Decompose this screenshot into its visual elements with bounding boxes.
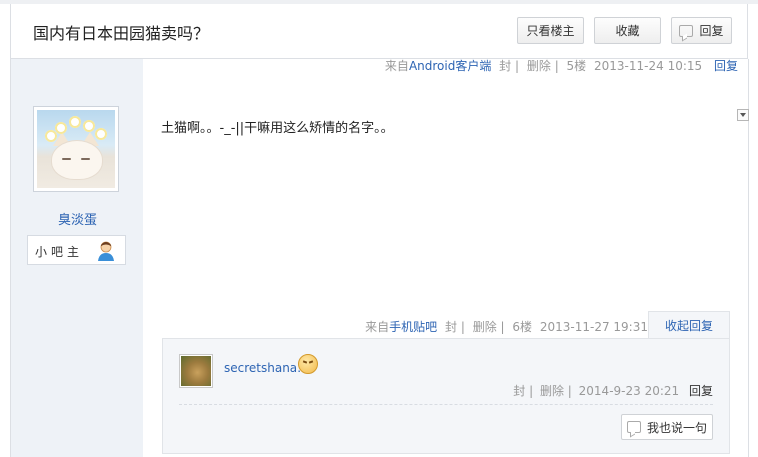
only-op-button[interactable]: 只看楼主 [517,17,584,44]
post-time: 2013-11-24 10:15 [594,59,703,73]
reply-link[interactable]: 回复 [689,384,713,398]
sub-reply-time: 2014-9-23 20:21 [578,384,680,398]
angry-face-emoji-icon [298,354,318,374]
chevron-down-icon[interactable] [737,109,749,121]
thread-header: 国内有日本田园猫卖吗？ 只看楼主 收藏 回复 [10,4,748,59]
block-link[interactable]: 封 [499,59,511,73]
comment-icon [626,421,641,433]
role-badge: 小吧主 [27,235,126,265]
prev-floor-sidebar [10,59,144,87]
author-sidebar: 臭淡蛋 小吧主 [10,87,144,457]
post-content-area: 土猫啊。。-_-||干嘛用这么矫情的名字。。 来自手机贴吧 封 | 删除 | 6… [143,87,749,457]
user-icon [98,241,114,261]
divider [179,404,713,405]
post-meta: 来自手机贴吧 封 | 删除 | 6楼 2013-11-27 19:31 [365,320,648,334]
role-label: 小吧主 [35,245,84,259]
block-link[interactable]: 封 [445,320,457,334]
post-body: 土猫啊。。-_-||干嘛用这么矫情的名字。。 [161,121,394,136]
sub-reply-meta: 封 | 删除 | 2014-9-23 20:21 回复 [513,384,713,398]
thread-title: 国内有日本田园猫卖吗？ [33,24,210,43]
source-link[interactable]: Android客户端 [409,59,491,73]
reply-button[interactable]: 回复 [671,17,732,44]
favorite-button[interactable]: 收藏 [594,17,661,44]
say-something-button[interactable]: 我也说一句 [621,414,713,440]
post-time: 2013-11-27 19:31 [539,320,648,334]
source-prefix: 来自 [384,59,409,73]
reply-label: 回复 [699,24,724,38]
sub-reply-avatar[interactable] [179,354,213,388]
collapse-replies-button[interactable]: 收起回复 [648,311,730,339]
delete-link[interactable]: 删除 [540,384,564,398]
author-avatar[interactable] [33,106,119,192]
comment-icon [679,24,694,37]
reply-link[interactable]: 回复 [714,59,738,73]
floor-number: 5楼 [566,59,587,73]
favorite-label: 收藏 [615,24,640,38]
delete-link[interactable]: 删除 [473,320,497,334]
delete-link[interactable]: 删除 [527,59,551,73]
prev-floor-meta: 来自Android客户端 封 | 删除 | 5楼 2013-11-24 10:1… [384,59,738,73]
say-something-label: 我也说一句 [646,420,707,435]
block-link[interactable]: 封 [513,384,525,398]
sub-reply-username[interactable]: secretshana: [224,361,301,375]
only-op-label: 只看楼主 [526,24,575,38]
cat-with-flowers-avatar [37,110,115,188]
floor-number: 6楼 [512,320,533,334]
author-username[interactable]: 臭淡蛋 [11,209,144,228]
sub-reply-panel: secretshana: 封 | 删除 | 2014-9-23 20:21 回复… [162,338,730,454]
source-link[interactable]: 手机贴吧 [389,320,437,334]
source-prefix: 来自 [365,320,390,334]
